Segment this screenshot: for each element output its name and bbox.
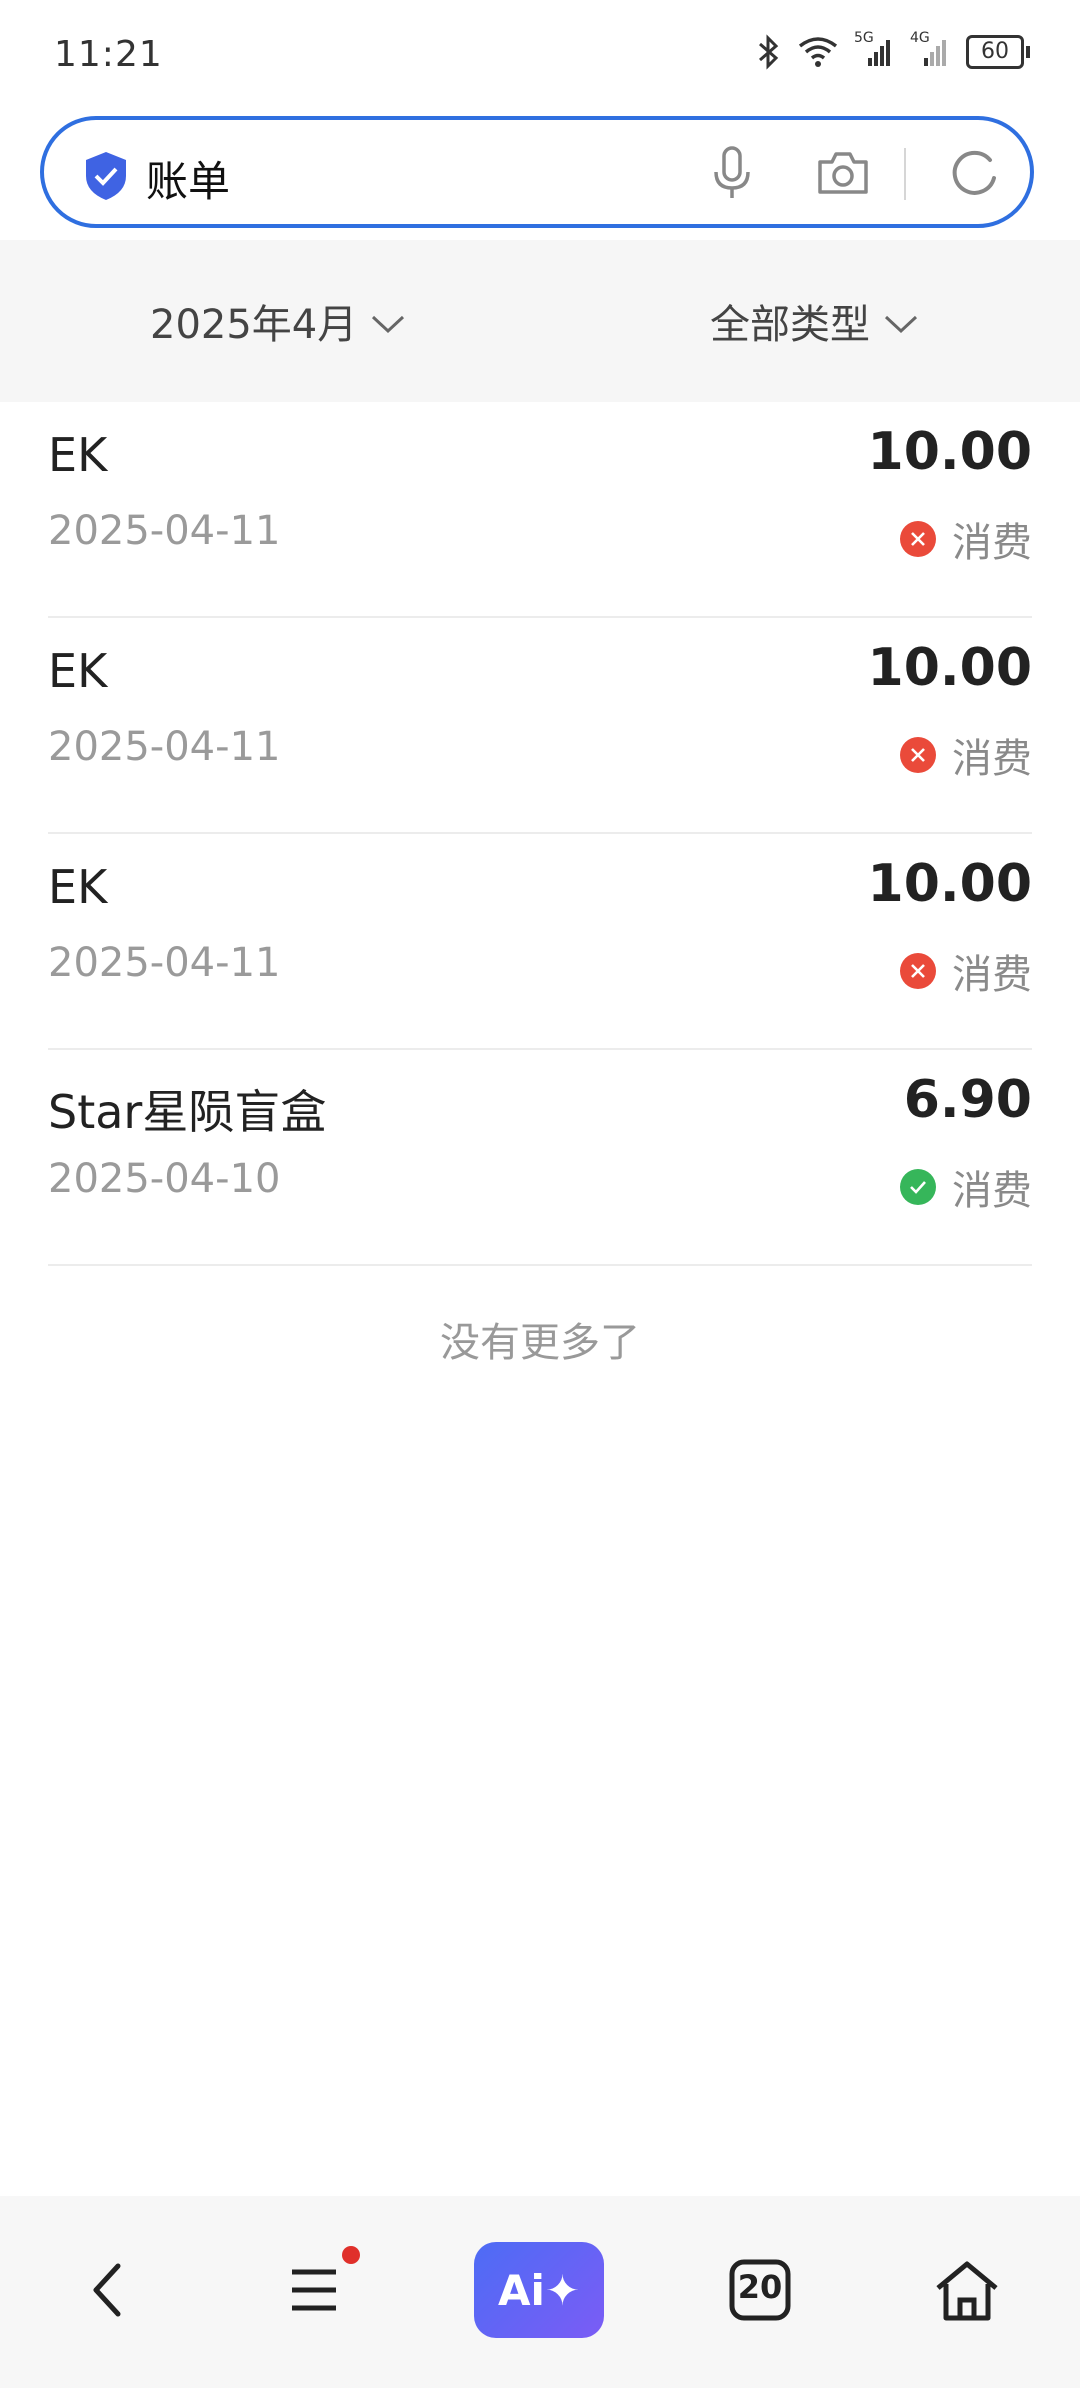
- bill-date: 2025-04-11: [48, 940, 281, 986]
- month-filter-label: 2025年4月: [150, 302, 358, 348]
- camera-icon[interactable]: [816, 150, 870, 200]
- row-divider: [48, 1264, 1032, 1266]
- search-divider: [904, 148, 906, 200]
- month-filter[interactable]: 2025年4月: [150, 292, 405, 350]
- search-bar[interactable]: 账单: [40, 116, 1034, 228]
- list-item[interactable]: Star星陨盲盒 2025-04-10 6.90 消费: [48, 1050, 1032, 1266]
- bill-status-label: 消费: [952, 952, 1032, 998]
- network-label-1: 5G: [854, 30, 874, 46]
- refresh-icon[interactable]: [950, 148, 1000, 202]
- list-item[interactable]: EK 2025-04-11 10.00 消费: [48, 618, 1032, 834]
- chevron-down-icon: [884, 298, 918, 344]
- network-label-2: 4G: [910, 30, 930, 46]
- status-bar: 11:21 5G 4G 60: [0, 0, 1080, 110]
- filter-bar: 2025年4月 全部类型: [0, 240, 1080, 402]
- bill-amount: 10.00: [867, 854, 1032, 914]
- no-more-text: 没有更多了: [440, 1320, 640, 1366]
- bill-name: EK: [48, 428, 108, 482]
- bill-amount: 10.00: [867, 638, 1032, 698]
- bill-date: 2025-04-10: [48, 1156, 281, 1202]
- bill-date: 2025-04-11: [48, 508, 281, 554]
- bill-amount: 10.00: [867, 422, 1032, 482]
- bill-status-label: 消费: [952, 520, 1032, 566]
- close-icon: [900, 737, 936, 773]
- type-filter-label: 全部类型: [710, 302, 870, 348]
- signal-icon-2: 4G: [910, 30, 950, 68]
- ai-button[interactable]: Ai✦: [474, 2242, 604, 2338]
- bill-status: 消费: [900, 1158, 1032, 1216]
- tabs-count: 20: [737, 2268, 783, 2306]
- list-item[interactable]: EK 2025-04-11 10.00 消费: [48, 834, 1032, 1050]
- bottom-nav: Ai✦ 20: [0, 2196, 1080, 2388]
- bill-name: EK: [48, 860, 108, 914]
- notification-badge: [342, 2246, 360, 2264]
- status-time: 11:21: [54, 34, 163, 75]
- type-filter[interactable]: 全部类型: [710, 292, 918, 350]
- bluetooth-icon: [756, 34, 782, 70]
- bill-date: 2025-04-11: [48, 724, 281, 770]
- bill-status: 消费: [900, 726, 1032, 784]
- battery-level: 60: [966, 35, 1024, 69]
- chevron-down-icon: [371, 298, 405, 344]
- bill-status-label: 消费: [952, 736, 1032, 782]
- close-icon: [900, 521, 936, 557]
- tabs-icon[interactable]: 20: [728, 2258, 792, 2326]
- microphone-icon[interactable]: [712, 146, 752, 206]
- signal-icon: 5G: [854, 30, 894, 68]
- status-icons: 5G 4G 60: [756, 30, 1030, 70]
- home-icon[interactable]: [932, 2258, 1002, 2328]
- bill-status: 消费: [900, 942, 1032, 1000]
- battery-icon: 60: [966, 35, 1030, 69]
- check-icon: [900, 1169, 936, 1205]
- search-input[interactable]: 账单: [146, 148, 230, 209]
- shield-icon: [82, 150, 130, 206]
- bill-status: 消费: [900, 510, 1032, 568]
- bill-name: Star星陨盲盒: [48, 1085, 327, 1139]
- wifi-icon: [798, 36, 838, 68]
- menu-icon[interactable]: [286, 2258, 342, 2326]
- bill-name: EK: [48, 644, 108, 698]
- close-icon: [900, 953, 936, 989]
- bill-status-label: 消费: [952, 1168, 1032, 1214]
- bill-amount: 6.90: [903, 1070, 1032, 1130]
- back-icon[interactable]: [84, 2258, 134, 2326]
- list-item[interactable]: EK 2025-04-11 10.00 消费: [48, 402, 1032, 618]
